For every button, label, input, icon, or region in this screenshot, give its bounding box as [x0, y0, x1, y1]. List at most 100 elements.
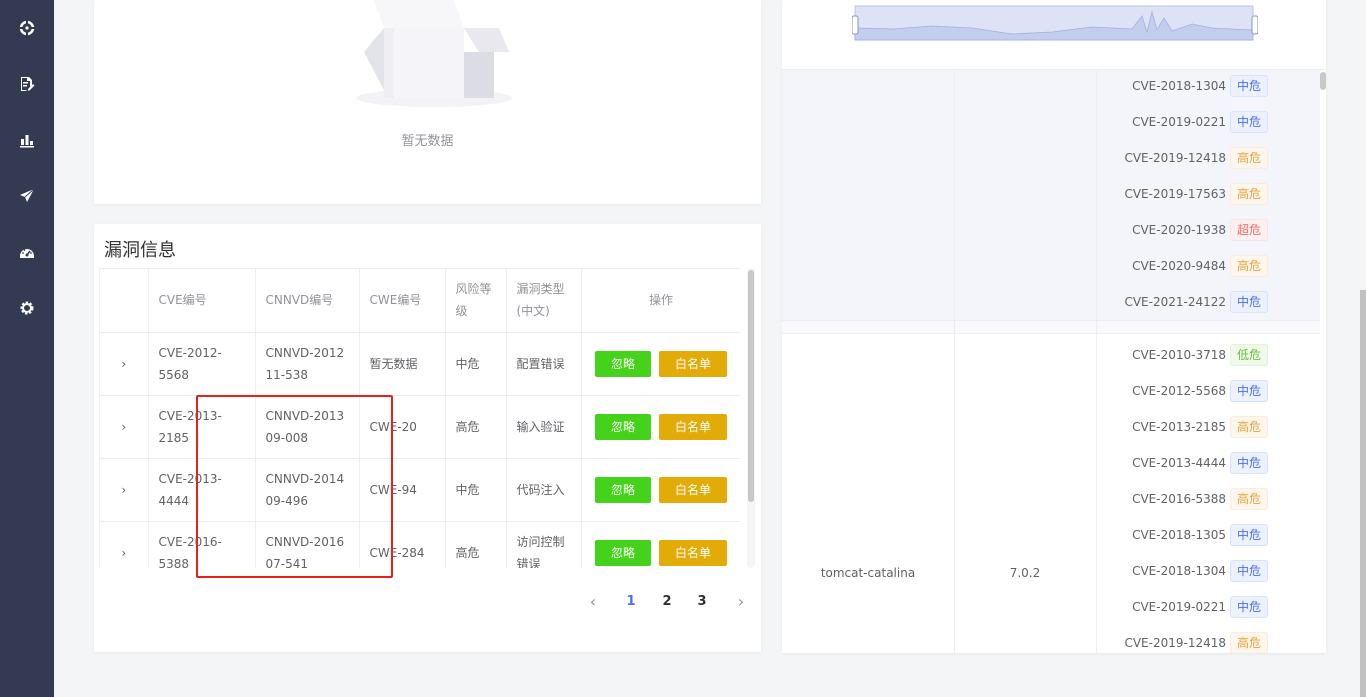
- ignore-button[interactable]: 忽略: [594, 413, 651, 440]
- empty-box-illustration: [356, 0, 512, 107]
- cve-entry: CVE-2021-24122 中危: [1096, 291, 1269, 313]
- risk-badge: 高危: [1230, 183, 1269, 205]
- ignore-button[interactable]: 忽略: [594, 476, 651, 503]
- risk-cell: 中危: [445, 332, 507, 396]
- risk-badge: 中危: [1230, 75, 1269, 97]
- cve-entry: CVE-2019-0221 中危: [1096, 596, 1269, 618]
- risk-badge: 中危: [1230, 524, 1269, 546]
- empty-state-text: 暂无数据: [401, 134, 454, 149]
- risk-badge: 中危: [1230, 596, 1269, 618]
- risk-badge: 中危: [1230, 560, 1269, 582]
- cve-cell: CVE-2016-5388: [148, 521, 256, 568]
- risk-badge: 高危: [1230, 632, 1269, 653]
- actions-cell: 忽略 白名单: [581, 332, 741, 396]
- table-row: › CVE-2013-2185 CNNVD-201309-008 CWE-20 …: [100, 395, 741, 459]
- risk-badge: 中危: [1230, 452, 1269, 474]
- sidebar: [0, 0, 54, 697]
- settings-gear-icon[interactable]: [17, 298, 37, 318]
- page-2-button[interactable]: 2: [655, 590, 679, 614]
- dashboard-icon[interactable]: [17, 18, 37, 38]
- risk-column-header: 风险等级: [445, 269, 507, 333]
- risk-badge: 高危: [1230, 488, 1269, 510]
- expand-row-icon[interactable]: ›: [100, 521, 149, 568]
- prev-page-button[interactable]: ‹: [581, 590, 605, 614]
- component-table-scrollbar[interactable]: [1320, 72, 1326, 90]
- type-column-header: 漏洞类型(中文): [506, 269, 582, 333]
- whitelist-button[interactable]: 白名单: [659, 476, 728, 503]
- table-scrollbar[interactable]: [747, 268, 755, 568]
- expand-row-icon[interactable]: ›: [100, 395, 149, 459]
- cwe-link[interactable]: CWE-94: [359, 458, 446, 522]
- main-content: 暂无数据 漏洞信息 CVE编号 CNNVD编号 CWE编号 风险等级 漏洞类型(…: [54, 0, 1366, 697]
- cwe-column-header: CWE编号: [359, 269, 446, 333]
- page-1-button[interactable]: 1: [619, 590, 643, 614]
- whitelist-button[interactable]: 白名单: [659, 350, 728, 377]
- cve-entry: CVE-2019-17563 高危: [1096, 183, 1269, 205]
- actions-cell: 忽略 白名单: [581, 521, 741, 568]
- expand-row-icon[interactable]: ›: [100, 332, 149, 396]
- next-page-button[interactable]: ›: [729, 590, 753, 614]
- actions-column-header: 操作: [581, 269, 741, 333]
- vulnerability-info-title: 漏洞信息: [104, 240, 176, 261]
- whitelist-button[interactable]: 白名单: [659, 413, 728, 440]
- cwe-link[interactable]: CWE-20: [359, 395, 446, 459]
- cnnvd-cell: CNNVD-201607-541: [255, 521, 360, 568]
- type-cell: 代码注入: [506, 458, 582, 522]
- risk-cell: 高危: [445, 521, 507, 568]
- cve-entry: CVE-2018-1304 中危: [1096, 75, 1269, 97]
- risk-cell: 高危: [445, 395, 507, 459]
- type-cell: 访问控制错误: [506, 521, 582, 568]
- cwe-cell: 暂无数据: [359, 332, 446, 396]
- cnnvd-cell: CNNVD-201211-538: [255, 332, 360, 396]
- component-version: 7.0.2: [1009, 566, 1041, 580]
- cve-entry: CVE-2019-12418 高危: [1096, 147, 1269, 169]
- cve-cell: CVE-2012-5568: [148, 332, 256, 396]
- component-table: CVE-2018-1304 中危 CVE-2019-0221 中危 CVE-2019…: [782, 70, 1320, 653]
- cve-entry: CVE-2013-4444 中危: [1096, 452, 1269, 474]
- trend-chart-area: [782, 0, 1326, 70]
- cwe-link[interactable]: CWE-284: [359, 521, 446, 568]
- expand-row-icon[interactable]: ›: [100, 458, 149, 522]
- ignore-button[interactable]: 忽略: [594, 350, 651, 377]
- table-row: › CVE-2016-5388 CNNVD-201607-541 CWE-284…: [100, 521, 741, 568]
- risk-badge: 中危: [1230, 291, 1269, 313]
- bar-chart-icon[interactable]: [17, 130, 37, 150]
- table-row: › CVE-2013-4444 CNNVD-201409-496 CWE-94 …: [100, 458, 741, 522]
- type-cell: 配置错误: [506, 332, 582, 396]
- page-3-button[interactable]: 3: [690, 590, 714, 614]
- cve-entry: CVE-2019-0221 中危: [1096, 111, 1269, 133]
- page-scrollbar[interactable]: [1360, 290, 1366, 697]
- data-zoom-slider[interactable]: [852, 4, 1258, 44]
- cve-cell: CVE-2013-4444: [148, 458, 256, 522]
- pagination: ‹ 1 2 3 ›: [94, 590, 761, 614]
- row-separator: [782, 320, 1320, 334]
- risk-cell: 中危: [445, 458, 507, 522]
- cve-entry: CVE-2018-1304 中危: [1096, 560, 1269, 582]
- expand-column-header: [100, 269, 149, 333]
- table-header-row: CVE编号 CNNVD编号 CWE编号 风险等级 漏洞类型(中文) 操作: [100, 269, 741, 333]
- cnnvd-cell: CNNVD-201409-496: [255, 458, 360, 522]
- cve-entry: CVE-2020-9484 高危: [1096, 255, 1269, 277]
- cve-entry: CVE-2012-5568 中危: [1096, 380, 1269, 402]
- send-icon[interactable]: [17, 186, 37, 206]
- document-edit-icon[interactable]: [17, 74, 37, 94]
- table-scrollbar-thumb[interactable]: [748, 270, 754, 502]
- gauge-icon[interactable]: [17, 242, 37, 262]
- vulnerability-info-card: 漏洞信息 CVE编号 CNNVD编号 CWE编号 风险等级 漏洞类型(中文) 操…: [94, 224, 761, 652]
- risk-badge: 超危: [1230, 219, 1269, 241]
- ignore-button[interactable]: 忽略: [594, 539, 651, 566]
- actions-cell: 忽略 白名单: [581, 395, 741, 459]
- vulnerability-table: CVE编号 CNNVD编号 CWE编号 风险等级 漏洞类型(中文) 操作 › C…: [99, 268, 741, 568]
- risk-badge: 高危: [1230, 416, 1269, 438]
- cnnvd-column-header: CNNVD编号: [255, 269, 360, 333]
- empty-state-card: 暂无数据: [94, 0, 761, 204]
- table-row: › CVE-2012-5568 CNNVD-201211-538 暂无数据 中危…: [100, 332, 741, 396]
- cve-entry: CVE-2016-5388 高危: [1096, 488, 1269, 510]
- component-name: tomcat-catalina: [820, 566, 916, 580]
- risk-badge: 高危: [1230, 255, 1269, 277]
- whitelist-button[interactable]: 白名单: [659, 539, 728, 566]
- type-cell: 输入验证: [506, 395, 582, 459]
- cve-entry: CVE-2013-2185 高危: [1096, 416, 1269, 438]
- cve-cell: CVE-2013-2185: [148, 395, 256, 459]
- cve-entry: CVE-2010-3718 低危: [1096, 344, 1269, 366]
